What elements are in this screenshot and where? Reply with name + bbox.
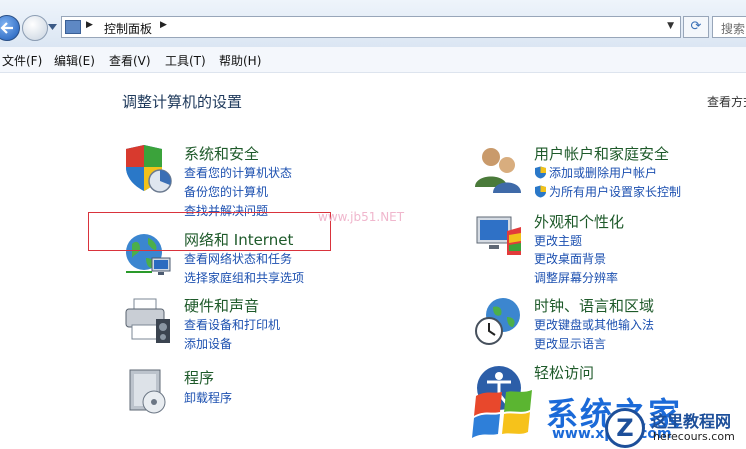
back-arrow-icon — [0, 22, 13, 34]
search-input[interactable]: 搜索 — [712, 16, 746, 38]
link-add-remove-users-label: 添加或删除用户帐户 — [549, 166, 658, 180]
page-title: 调整计算机的设置 — [122, 93, 243, 111]
link-change-theme[interactable]: 更改主题 — [534, 232, 582, 249]
link-parental-controls-label: 为所有用户设置家长控制 — [549, 185, 682, 199]
category-clock-language[interactable]: 时钟、语言和区域 — [534, 295, 654, 316]
link-change-display-language[interactable]: 更改显示语言 — [534, 335, 606, 352]
link-homegroup-sharing[interactable]: 选择家庭组和共享选项 — [184, 269, 304, 286]
faint-watermark: www.jb51.NET — [318, 210, 405, 224]
printer-icon[interactable] — [122, 295, 174, 347]
menu-tools[interactable]: 工具(T) — [165, 52, 206, 69]
system-security-shield-icon[interactable] — [122, 143, 174, 195]
site-name-watermark: 这里教程网 — [651, 412, 732, 431]
link-parental-controls[interactable]: 为所有用户设置家长控制 — [534, 183, 681, 200]
breadcrumb-chevron-icon[interactable]: ▶ — [160, 20, 167, 30]
breadcrumb-control-panel[interactable]: 控制面板 — [104, 20, 152, 37]
z-logo-icon: Z — [605, 408, 645, 448]
link-add-remove-users[interactable]: 添加或删除用户帐户 — [534, 164, 657, 181]
menu-bar: 文件(F) 编辑(E) 查看(V) 工具(T) 帮助(H) — [0, 47, 746, 73]
uac-shield-icon — [535, 185, 546, 198]
recent-pages-chevron-icon[interactable] — [48, 24, 57, 30]
menu-help[interactable]: 帮助(H) — [219, 52, 261, 69]
menu-file[interactable]: 文件(F) — [2, 52, 42, 69]
menu-view[interactable]: 查看(V) — [109, 52, 151, 69]
link-screen-resolution[interactable]: 调整屏幕分辨率 — [534, 269, 618, 286]
view-by-label[interactable]: 查看方式 — [707, 93, 746, 110]
menu-edit[interactable]: 编辑(E) — [54, 52, 95, 69]
address-bar[interactable]: ▶ 控制面板 ▶ ▼ — [61, 16, 681, 38]
back-button[interactable] — [0, 15, 20, 41]
clock-globe-icon[interactable] — [473, 295, 525, 347]
windows-flag-logo-icon — [472, 390, 532, 438]
link-change-keyboard[interactable]: 更改键盘或其他输入法 — [534, 316, 654, 333]
link-change-background[interactable]: 更改桌面背景 — [534, 250, 606, 267]
breadcrumb-chevron-icon[interactable]: ▶ — [86, 20, 93, 30]
category-programs[interactable]: 程序 — [184, 367, 214, 388]
link-view-computer-status[interactable]: 查看您的计算机状态 — [184, 164, 292, 181]
forward-button[interactable] — [22, 15, 48, 41]
link-devices-printers[interactable]: 查看设备和打印机 — [184, 316, 280, 333]
refresh-button[interactable]: ⟳ — [683, 16, 709, 38]
link-network-status[interactable]: 查看网络状态和任务 — [184, 250, 292, 267]
control-panel-icon — [65, 20, 81, 34]
category-appearance[interactable]: 外观和个性化 — [534, 211, 624, 232]
address-dropdown-icon[interactable]: ▼ — [667, 21, 674, 31]
category-hardware-sound[interactable]: 硬件和声音 — [184, 295, 259, 316]
link-backup-computer[interactable]: 备份您的计算机 — [184, 183, 268, 200]
category-ease-of-access[interactable]: 轻松访问 — [534, 362, 594, 383]
appearance-monitor-icon[interactable] — [473, 211, 525, 263]
link-uninstall-program[interactable]: 卸载程序 — [184, 389, 232, 406]
title-bar: ▶ 控制面板 ▶ ▼ ⟳ 搜索 — [0, 0, 746, 47]
link-add-device[interactable]: 添加设备 — [184, 335, 232, 352]
category-user-accounts[interactable]: 用户帐户和家庭安全 — [534, 143, 669, 164]
uac-shield-icon — [535, 166, 546, 179]
programs-box-icon[interactable] — [122, 364, 174, 416]
highlight-rectangle — [88, 212, 331, 251]
category-system-security[interactable]: 系统和安全 — [184, 143, 259, 164]
user-accounts-icon[interactable] — [473, 143, 525, 195]
site-url-watermark: herecours.com — [653, 430, 735, 443]
